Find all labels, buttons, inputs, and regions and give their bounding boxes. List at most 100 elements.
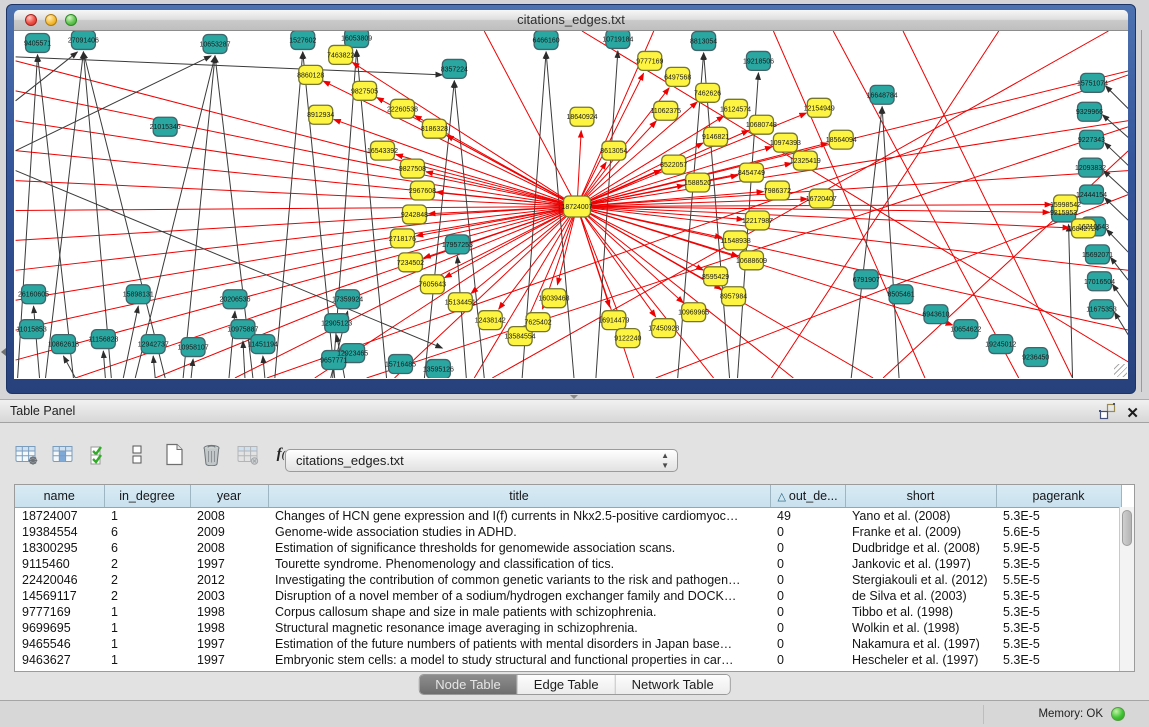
graph-edge[interactable] (1069, 224, 1073, 378)
graph-node-label: 15898131 (123, 292, 154, 299)
graph-edge[interactable] (1114, 312, 1128, 335)
tab-edge-table[interactable]: Edge Table (518, 675, 616, 694)
graph-node-label: 17359924 (332, 297, 363, 304)
graph-edge[interactable] (577, 206, 721, 289)
graph-edge[interactable] (135, 56, 215, 378)
graph-edge[interactable] (275, 52, 303, 378)
network-graph[interactable]: 9405571270914061065328715276021605380983… (14, 31, 1128, 378)
graph-edge[interactable] (103, 351, 105, 378)
table-row[interactable]: 969969511998Structural magnetic resonanc… (15, 620, 1121, 636)
graph-edge[interactable] (243, 341, 245, 378)
graph-edge[interactable] (577, 171, 1128, 207)
column-header-out_de[interactable]: △out_de... (770, 485, 845, 507)
table-scrollbar-thumb[interactable] (1122, 510, 1132, 546)
table-row[interactable]: 1830029562008Estimation of significance … (15, 540, 1121, 556)
table-scrollbar[interactable] (1119, 507, 1134, 671)
table-cell: 0 (770, 652, 845, 668)
float-panel-icon[interactable] (1099, 403, 1116, 425)
graph-edge[interactable] (577, 116, 724, 206)
table-cell: 5.3E-5 (996, 588, 1121, 604)
graph-edge[interactable] (1104, 198, 1128, 221)
status-divider (983, 705, 984, 724)
table-cell: 0 (770, 636, 845, 652)
network-canvas[interactable]: 9405571270914061065328715276021605380983… (14, 31, 1128, 378)
graph-node-label: 11548938 (720, 238, 751, 245)
close-panel-icon[interactable]: ✕ (1126, 406, 1139, 422)
graph-edge[interactable] (426, 172, 577, 207)
table-row[interactable]: 1938455462009Genome-wide association stu… (15, 524, 1121, 540)
graph-edge[interactable] (851, 107, 882, 378)
graph-edge[interactable] (153, 356, 155, 378)
table-panel-toolbar: f(x) (14, 439, 297, 469)
graph-edge[interactable] (183, 56, 215, 378)
graph-edge[interactable] (191, 359, 193, 378)
graph-edge[interactable] (16, 57, 443, 75)
tab-node-table[interactable]: Node Table (419, 675, 518, 694)
table-cell: 14569117 (15, 588, 104, 604)
table-row[interactable]: 946362711997Embryonic stem cells: a mode… (15, 652, 1121, 668)
graph-edge[interactable] (1112, 284, 1128, 307)
graph-node-label: 7625402 (525, 320, 552, 327)
column-header-in_degree[interactable]: in_degree (104, 485, 190, 507)
column-header-short[interactable]: short (845, 485, 996, 507)
table-settings-icon[interactable] (14, 442, 38, 466)
graph-edge[interactable] (16, 52, 78, 101)
close-window-button[interactable] (25, 14, 37, 26)
column-header-name[interactable]: name (15, 485, 104, 507)
graph-edge[interactable] (577, 206, 1128, 270)
table-panel-title: Table Panel (10, 404, 75, 418)
graph-edge[interactable] (773, 31, 925, 378)
table-row[interactable]: 1872400712008Changes of HCN gene express… (15, 507, 1121, 524)
graph-node-label: 9146821 (702, 134, 729, 141)
table-cell: 2 (104, 588, 190, 604)
zoom-window-button[interactable] (65, 14, 77, 26)
graph-edge[interactable] (577, 206, 656, 316)
graph-edge[interactable] (577, 131, 581, 207)
column-header-pagerank[interactable]: pagerank (996, 485, 1121, 507)
delete-table-icon[interactable] (199, 442, 223, 466)
network-window[interactable]: citations_edges.txt 9405571270 (6, 4, 1136, 394)
rows-icon[interactable] (125, 442, 149, 466)
column-header-title[interactable]: title (268, 485, 770, 507)
table-row[interactable]: 911546021997Tourette syndrome. Phenomeno… (15, 556, 1121, 572)
graph-edge[interactable] (1103, 171, 1128, 194)
node-table[interactable]: namein_degreeyeartitle△out_de...shortpag… (14, 484, 1135, 672)
graph-edge[interactable] (16, 91, 577, 207)
graph-edge[interactable] (577, 206, 703, 270)
status-bar: Memory: OK (0, 700, 1149, 727)
graph-node-label: 16124574 (720, 106, 751, 113)
column-header-year[interactable]: year (190, 485, 268, 507)
table-row[interactable]: 977716911998Corpus callosum shape and si… (15, 604, 1121, 620)
table-cell: 5.3E-5 (996, 652, 1121, 668)
graph-edge[interactable] (471, 206, 577, 293)
graph-node-label: 7234502 (397, 260, 424, 267)
graph-node-label: 8613054 (600, 148, 627, 155)
table-select[interactable]: citations_edges.txt ▲▼ (285, 449, 678, 472)
network-window-titlebar[interactable]: citations_edges.txt (14, 10, 1128, 31)
table-cell: Franke et al. (2009) (845, 524, 996, 540)
graph-edge[interactable] (263, 356, 265, 378)
graph-edge[interactable] (63, 356, 75, 378)
graph-edge[interactable] (16, 56, 211, 151)
table-cell: 1 (104, 507, 190, 524)
table-row[interactable]: 1456911722003Disruption of a novel membe… (15, 588, 1121, 604)
delete-table-disabled-icon[interactable] (236, 442, 260, 466)
graph-edge[interactable] (577, 206, 722, 237)
graph-edge[interactable] (123, 306, 138, 378)
graph-edge[interactable] (16, 206, 577, 210)
graph-edge[interactable] (1105, 86, 1128, 109)
new-table-icon[interactable] (162, 442, 186, 466)
select-all-icon[interactable] (88, 442, 112, 466)
table-row[interactable]: 946554611997Estimation of the future num… (15, 636, 1121, 652)
graph-edge[interactable] (34, 306, 40, 378)
column-chooser-icon[interactable] (51, 442, 75, 466)
table-cell: 1 (104, 604, 190, 620)
splitter-collapse-left-icon[interactable] (1, 348, 6, 356)
table-row[interactable]: 2242004622012Investigating the contribut… (15, 572, 1121, 588)
graph-edge[interactable] (454, 81, 484, 378)
resize-grip[interactable] (1114, 364, 1127, 377)
graph-edge[interactable] (577, 206, 793, 378)
minimize-window-button[interactable] (45, 14, 57, 26)
table-cell: 6 (104, 540, 190, 556)
tab-network-table[interactable]: Network Table (616, 675, 730, 694)
